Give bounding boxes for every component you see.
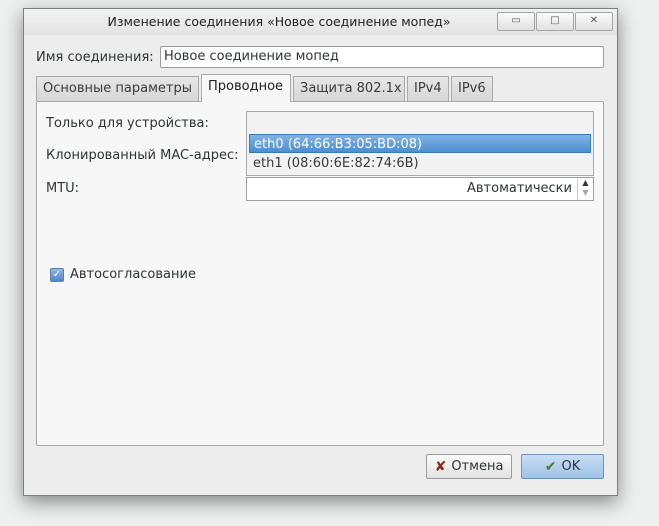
mtu-value: Автоматически [466, 181, 572, 196]
tab-ipv4[interactable]: IPv4 [407, 76, 449, 101]
checkmark-icon: ✔ [544, 459, 557, 475]
autoneg-label: Автосогласование [70, 267, 196, 282]
cancel-label: Отмена [451, 459, 504, 474]
connection-name-label: Имя соединения: [36, 50, 154, 65]
stepper-up-icon[interactable]: ▲ [578, 178, 593, 188]
window-title: Изменение соединения «Новое соединение м… [107, 14, 451, 29]
tab-wired[interactable]: Проводное [201, 74, 291, 102]
mtu-spinbutton[interactable]: Автоматически ▲ ▼ [246, 177, 594, 201]
edit-connection-dialog: Изменение соединения «Новое соединение м… [23, 8, 618, 496]
connection-name-input[interactable]: Новое соединение мопед [160, 46, 604, 68]
maximize-button[interactable]: □ [536, 12, 574, 31]
close-button[interactable]: ✕ [575, 12, 613, 31]
mtu-stepper[interactable]: ▲ ▼ [577, 178, 593, 200]
device-label: Только для устройства: [46, 116, 209, 131]
ok-button[interactable]: ✔ OK [521, 454, 604, 479]
cloned-mac-label: Клонированный MAC-адрес: [46, 148, 239, 163]
device-dropdown-list[interactable]: eth0 (64:66:B3:05:BD:08) eth1 (08:60:6E:… [246, 111, 594, 176]
minimize-button[interactable]: ▭ [497, 12, 535, 31]
tab-8021x-label: Защита 802.1x [300, 81, 402, 96]
autoneg-checkbox[interactable]: ✓ [50, 268, 64, 282]
tab-general[interactable]: Основные параметры [36, 76, 199, 101]
title-bar[interactable]: Изменение соединения «Новое соединение м… [24, 9, 617, 35]
tab-8021x-security[interactable]: Защита 802.1x [293, 76, 405, 101]
x-mark-icon: ✘ [434, 459, 447, 475]
cancel-button[interactable]: ✘ Отмена [426, 454, 512, 479]
device-option-eth1[interactable]: eth1 (08:60:6E:82:74:6B) [249, 154, 591, 173]
mtu-label: MTU: [46, 181, 80, 196]
device-option-eth0[interactable]: eth0 (64:66:B3:05:BD:08) [249, 134, 591, 153]
stepper-down-icon[interactable]: ▼ [578, 188, 593, 198]
tab-ipv6[interactable]: IPv6 [451, 76, 493, 101]
ok-label: OK [561, 459, 581, 474]
